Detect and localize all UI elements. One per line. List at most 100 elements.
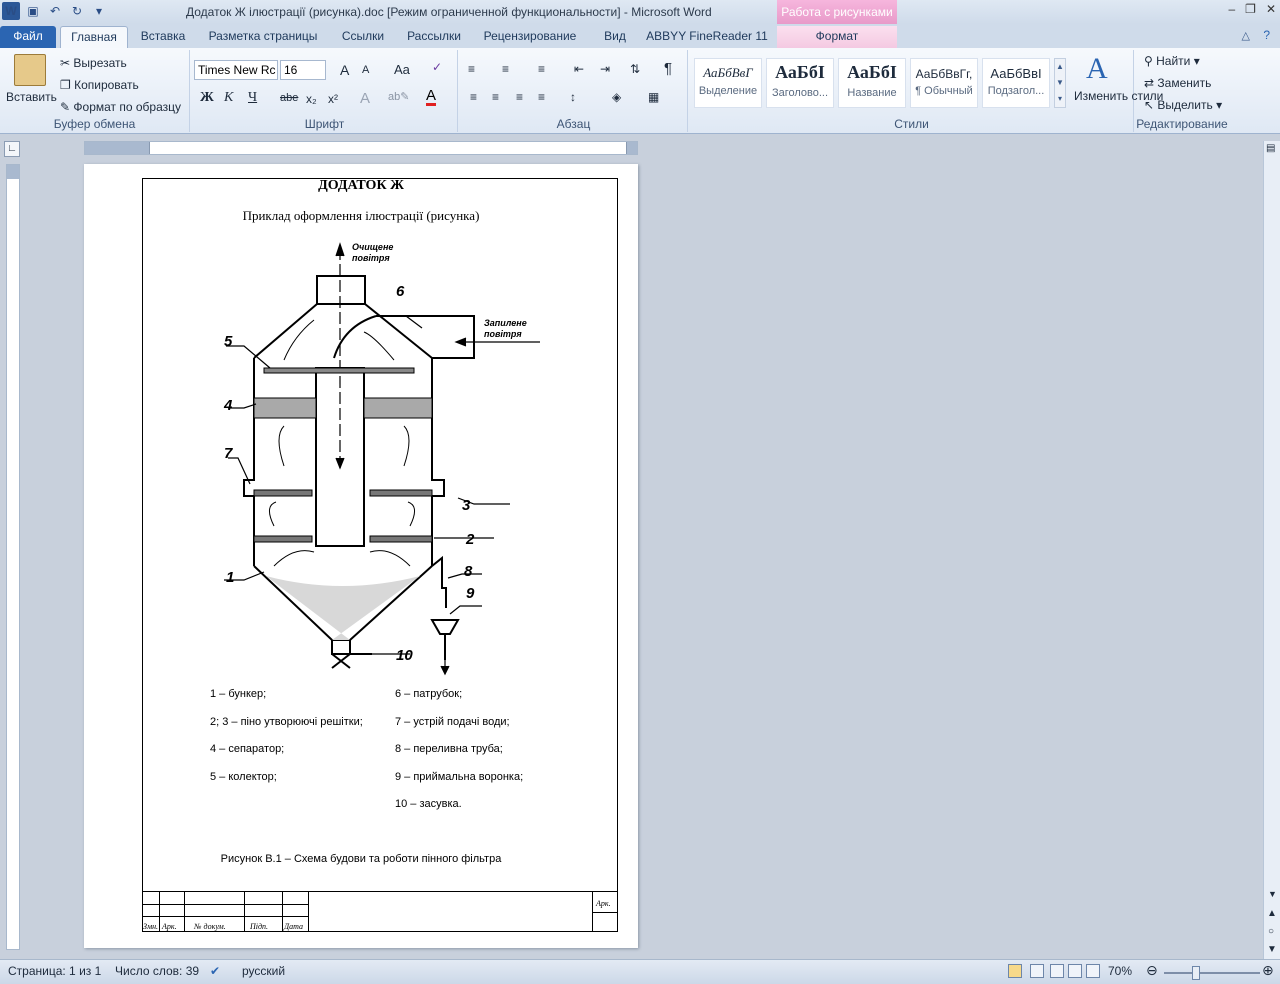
zoom-slider[interactable]: [1164, 966, 1260, 980]
word-app-icon[interactable]: W: [2, 2, 20, 20]
next-page-icon[interactable]: ▼: [1267, 944, 1277, 955]
editing-group: ⚲ Найти ▾ ⇄ Заменить ↖ Выделить ▾ Редакт…: [1136, 50, 1228, 132]
figure-caption: Рисунок В.1 – Схема будови та роботи пін…: [220, 853, 502, 865]
editing-group-label: Редактирование: [1136, 117, 1228, 131]
font-size-select[interactable]: 16: [280, 60, 326, 80]
cut-button[interactable]: ✂ Вырезать: [60, 56, 127, 70]
bold-button[interactable]: Ж: [200, 90, 214, 106]
style-subtitle[interactable]: АаБбВвI Подзагол...: [982, 58, 1050, 108]
show-marks-icon[interactable]: ¶: [664, 60, 672, 77]
ribbon-tabs: Файл Главная Вставка Разметка страницы С…: [0, 24, 1280, 48]
styles-group-label: Стили: [894, 117, 929, 131]
vertical-scrollbar[interactable]: ▤ ▼ ▲ ○ ▼: [1263, 141, 1280, 959]
subscript-button[interactable]: x₂: [306, 92, 317, 106]
italic-button[interactable]: К: [224, 90, 233, 106]
customize-qa-icon[interactable]: ▾: [90, 2, 108, 20]
save-icon[interactable]: ▣: [24, 2, 42, 20]
change-case-button[interactable]: Aa: [394, 62, 410, 77]
legend-right-3: 8 – переливна труба;: [395, 743, 503, 755]
foam-filter-diagram[interactable]: Очищене повітря Запилене повітря 5 4 7 6 3…: [214, 236, 554, 676]
style-title[interactable]: АаБбI Название: [838, 58, 906, 108]
proofing-icon[interactable]: ✔: [210, 964, 220, 978]
minimize-icon[interactable]: –: [1228, 2, 1235, 16]
decrease-indent-icon[interactable]: ⇤: [574, 62, 584, 76]
page-count[interactable]: Страница: 1 из 1: [8, 964, 101, 978]
tab-file[interactable]: Файл: [0, 26, 56, 48]
font-color-button[interactable]: A: [426, 88, 437, 106]
view-web-icon[interactable]: [1050, 963, 1064, 978]
paste-icon[interactable]: [14, 54, 46, 86]
style-normal[interactable]: АаБбВвГг, ¶ Обычный: [910, 58, 978, 108]
style-emphasis[interactable]: АаБбВвГ Выделение: [694, 58, 762, 108]
justify-icon[interactable]: ≡: [538, 90, 545, 104]
align-center-icon[interactable]: ≡: [492, 90, 499, 104]
highlight-icon[interactable]: ab✎: [388, 90, 409, 103]
increase-indent-icon[interactable]: ⇥: [600, 62, 610, 76]
view-print-layout-icon[interactable]: [1008, 963, 1022, 978]
view-reading-icon[interactable]: [1030, 963, 1044, 978]
tab-insert[interactable]: Вставка: [134, 26, 192, 48]
sort-icon[interactable]: ⇅: [630, 62, 640, 76]
zoom-level[interactable]: 70%: [1108, 964, 1132, 978]
tab-mailings[interactable]: Рассылки: [400, 26, 468, 48]
restore-icon[interactable]: ❐: [1245, 2, 1256, 16]
grow-font-button[interactable]: A: [340, 62, 349, 78]
redo-icon[interactable]: ↻: [68, 2, 86, 20]
align-left-icon[interactable]: ≡: [470, 90, 477, 104]
align-right-icon[interactable]: ≡: [516, 90, 523, 104]
select-button[interactable]: ↖ Выделить ▾: [1144, 98, 1222, 112]
style-heading[interactable]: АаБбI Заголово...: [766, 58, 834, 108]
zoom-slider-thumb[interactable]: [1192, 966, 1200, 980]
replace-button[interactable]: ⇄ Заменить: [1144, 76, 1211, 90]
label-4: 4: [223, 397, 233, 414]
tab-references[interactable]: Ссылки: [334, 26, 392, 48]
tab-abbyy[interactable]: ABBYY FineReader 11: [646, 26, 768, 48]
ruler-toggle-icon[interactable]: ▤: [1266, 143, 1275, 154]
superscript-button[interactable]: x²: [328, 92, 338, 106]
tab-page-layout[interactable]: Разметка страницы: [200, 26, 326, 48]
label-7: 7: [224, 445, 233, 462]
undo-icon[interactable]: ↶: [46, 2, 64, 20]
multilevel-list-icon[interactable]: ≡: [538, 62, 545, 76]
tab-format[interactable]: Формат: [777, 26, 897, 48]
label-3: 3: [462, 497, 471, 514]
browse-object-icon[interactable]: ○: [1268, 926, 1274, 937]
clear-format-icon[interactable]: ✓: [432, 60, 442, 74]
format-painter-button[interactable]: ✎ Формат по образцу: [60, 100, 181, 114]
horizontal-ruler[interactable]: [84, 141, 638, 155]
underline-button[interactable]: Ч: [248, 90, 257, 106]
borders-icon[interactable]: ▦: [648, 90, 659, 104]
word-count[interactable]: Число слов: 39: [115, 964, 199, 978]
copy-button[interactable]: ❐ Копировать: [60, 78, 139, 92]
help-icon[interactable]: ?: [1263, 28, 1270, 42]
text-effects-icon[interactable]: A: [360, 90, 370, 107]
tab-review[interactable]: Рецензирование: [476, 26, 584, 48]
styles-scroll[interactable]: ▲ ▼ ▾: [1054, 58, 1066, 108]
font-name-select[interactable]: Times New Rc: [194, 60, 278, 80]
zoom-in-icon[interactable]: ⊕: [1262, 962, 1274, 979]
minimize-ribbon-icon[interactable]: △: [1242, 29, 1250, 42]
shading-icon[interactable]: ◈: [612, 90, 621, 104]
find-button[interactable]: ⚲ Найти ▾: [1144, 54, 1200, 68]
bullets-icon[interactable]: ≡: [468, 62, 475, 76]
paste-button[interactable]: Вставить: [6, 90, 57, 104]
picture-tools-header: Работа с рисунками: [777, 0, 897, 24]
legend-left-3: 4 – сепаратор;: [210, 743, 285, 755]
vertical-ruler[interactable]: [6, 164, 20, 950]
scroll-down-icon[interactable]: ▼: [1268, 889, 1277, 899]
zoom-out-icon[interactable]: ⊖: [1146, 962, 1158, 979]
prev-page-icon[interactable]: ▲: [1267, 908, 1277, 919]
document-page[interactable]: ДОДАТОК Ж Приклад оформлення ілюстрації …: [84, 164, 638, 948]
legend-left-2: 2; 3 – піно утворюючі решітки;: [210, 716, 363, 728]
tab-stop-selector[interactable]: ∟: [4, 141, 20, 157]
tab-home[interactable]: Главная: [60, 26, 128, 48]
line-spacing-icon[interactable]: ↕: [570, 90, 576, 104]
numbering-icon[interactable]: ≡: [502, 62, 509, 76]
view-draft-icon[interactable]: [1086, 963, 1100, 978]
shrink-font-button[interactable]: A: [362, 64, 369, 76]
close-icon[interactable]: ✕: [1266, 2, 1276, 16]
language[interactable]: русский: [242, 964, 285, 978]
strikethrough-button[interactable]: abe: [280, 92, 298, 104]
tab-view[interactable]: Вид: [592, 26, 638, 48]
view-outline-icon[interactable]: [1068, 963, 1082, 978]
